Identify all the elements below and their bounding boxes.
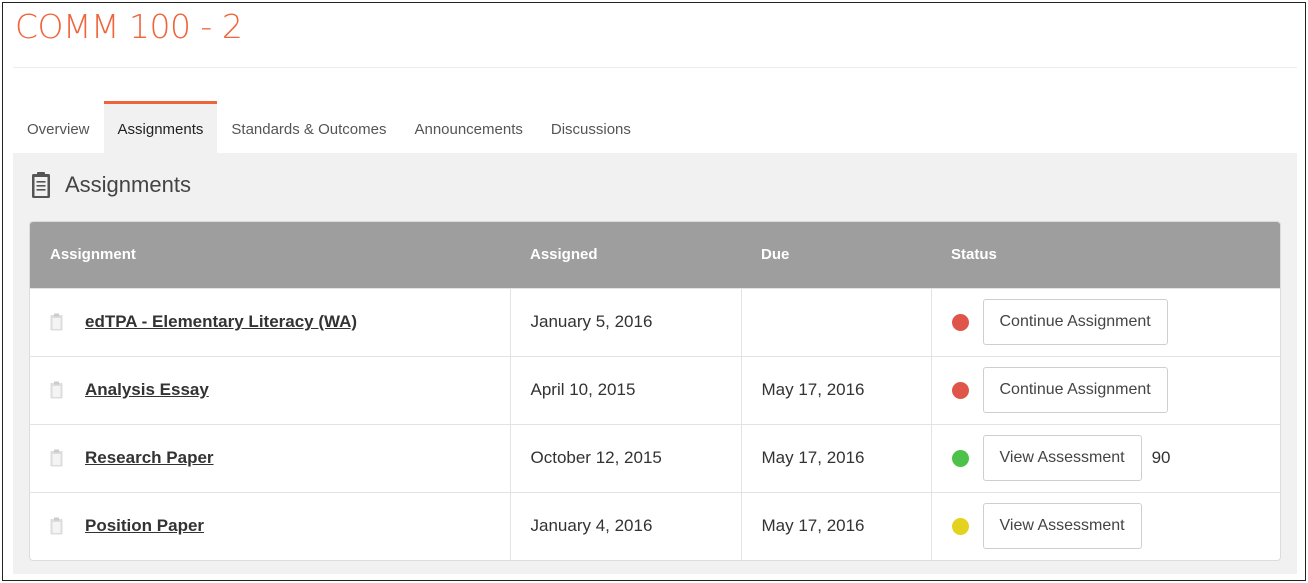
view-assessment-button[interactable]: View Assessment bbox=[982, 435, 1142, 481]
title-divider bbox=[13, 67, 1297, 68]
tab-announcements[interactable]: Announcements bbox=[400, 101, 536, 153]
assignments-panel: Assignments Assignment Assigned Due Stat… bbox=[13, 153, 1297, 574]
status-dot bbox=[951, 449, 969, 467]
app-frame: COMM 100 - 2 Overview Assignments Standa… bbox=[2, 2, 1306, 581]
clipboard-icon bbox=[50, 313, 63, 331]
status-dot bbox=[951, 381, 969, 399]
table-row: Research Paper October 12, 2015 May 17, … bbox=[30, 424, 1280, 492]
score: 90 bbox=[1151, 448, 1171, 467]
view-assessment-button[interactable]: View Assessment bbox=[982, 503, 1142, 550]
due-date: May 17, 2016 bbox=[741, 356, 932, 424]
header-status: Status bbox=[951, 246, 997, 264]
clipboard-icon bbox=[50, 449, 63, 467]
assigned-date: April 10, 2015 bbox=[510, 356, 742, 424]
table-row: Position Paper January 4, 2016 May 17, 2… bbox=[30, 492, 1280, 560]
section-title: Assignments bbox=[65, 172, 191, 197]
section-header: Assignments bbox=[31, 171, 191, 199]
header-due: Due bbox=[761, 246, 790, 264]
clipboard-icon bbox=[50, 381, 63, 399]
due-date: May 17, 2016 bbox=[741, 424, 932, 492]
course-title: COMM 100 - 2 bbox=[15, 7, 243, 46]
assigned-date: January 5, 2016 bbox=[510, 288, 742, 356]
status-dot bbox=[951, 313, 969, 331]
clipboard-icon bbox=[50, 517, 63, 535]
assigned-date: January 4, 2016 bbox=[510, 492, 742, 560]
table-header-row: Assignment Assigned Due Status bbox=[30, 222, 1280, 288]
due-date: May 17, 2016 bbox=[741, 492, 932, 560]
table-row: edTPA - Elementary Literacy (WA) January… bbox=[30, 288, 1280, 356]
header-assigned: Assigned bbox=[530, 246, 598, 264]
assignments-table: Assignment Assigned Due Status edTPA - E… bbox=[29, 221, 1281, 561]
assignment-link[interactable]: Position Paper bbox=[85, 516, 204, 536]
header-assignment: Assignment bbox=[50, 246, 136, 264]
clipboard-icon bbox=[32, 172, 50, 198]
tab-standards-outcomes[interactable]: Standards & Outcomes bbox=[217, 101, 400, 153]
assignment-link[interactable]: Research Paper bbox=[85, 448, 214, 468]
status-dot bbox=[951, 517, 969, 535]
tab-discussions[interactable]: Discussions bbox=[537, 101, 645, 153]
continue-assignment-button[interactable]: Continue Assignment bbox=[982, 299, 1168, 345]
assignment-link[interactable]: Analysis Essay bbox=[85, 380, 209, 400]
tab-bar: Overview Assignments Standards & Outcome… bbox=[13, 101, 645, 153]
assignment-link[interactable]: edTPA - Elementary Literacy (WA) bbox=[85, 312, 357, 332]
tab-overview[interactable]: Overview bbox=[13, 101, 104, 153]
table-row: Analysis Essay April 10, 2015 May 17, 20… bbox=[30, 356, 1280, 424]
tab-assignments[interactable]: Assignments bbox=[103, 101, 218, 153]
assigned-date: October 12, 2015 bbox=[510, 424, 742, 492]
continue-assignment-button[interactable]: Continue Assignment bbox=[982, 367, 1168, 413]
due-date bbox=[741, 288, 932, 356]
